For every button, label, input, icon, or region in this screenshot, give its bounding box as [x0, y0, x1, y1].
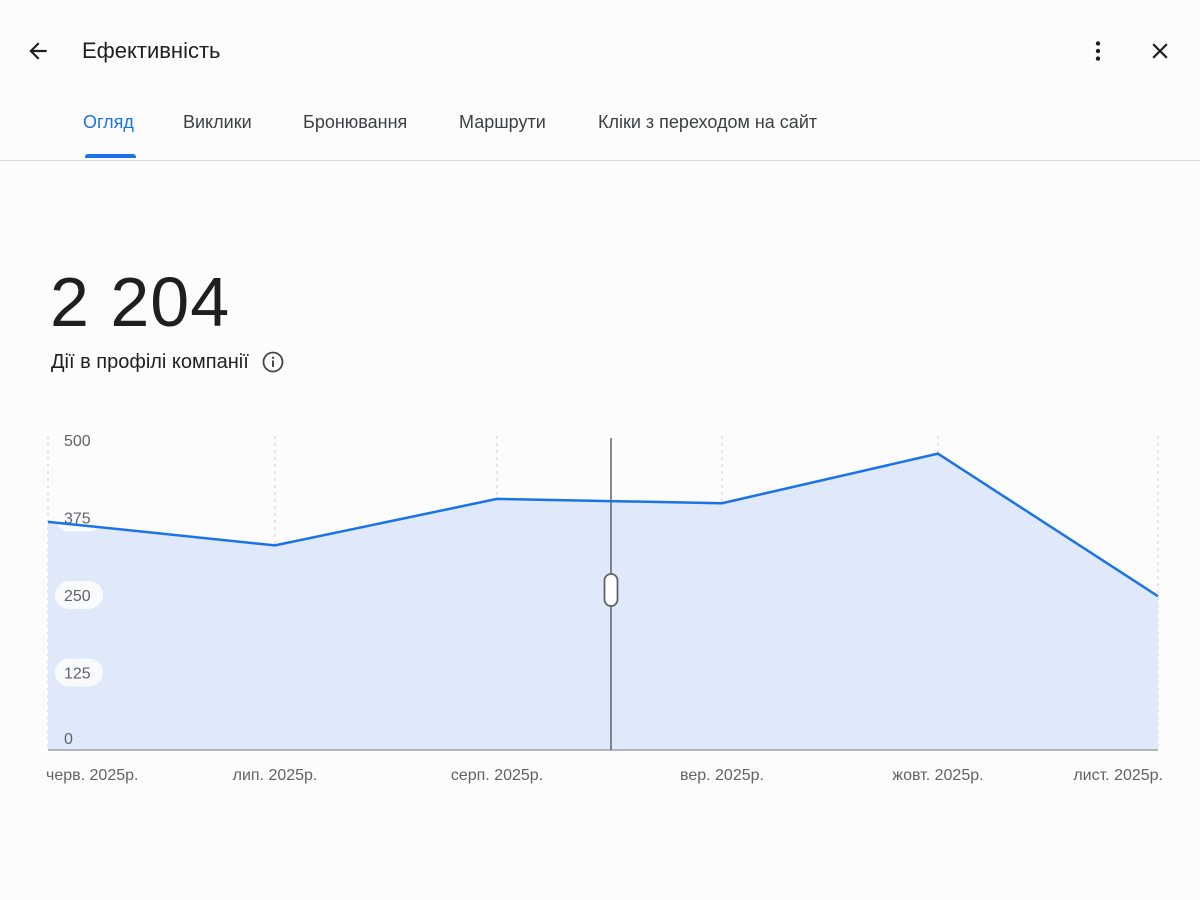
close-button[interactable]	[1140, 33, 1180, 73]
more-vert-icon	[1085, 38, 1111, 69]
tab-directions[interactable]: Маршрути	[459, 112, 546, 158]
x-tick-label: серп. 2025р.	[451, 767, 543, 784]
y-tick-label: 0	[64, 731, 73, 748]
performance-chart[interactable]: 0125250375500черв. 2025р. лип. 2025р. серп…	[0, 400, 1200, 800]
metric-value: 2 204	[50, 263, 231, 341]
tab-bookings[interactable]: Бронювання	[303, 112, 407, 158]
top-app-bar: Ефективність	[0, 0, 1200, 100]
y-tick-label: 250	[64, 588, 91, 605]
chart-area	[48, 453, 1158, 750]
tab-overview[interactable]: Огляд	[83, 112, 134, 158]
tab-website-clicks[interactable]: Кліки з переходом на сайт	[598, 112, 817, 158]
more-options-button[interactable]	[1078, 33, 1118, 73]
close-icon	[1147, 38, 1173, 69]
x-tick-label: черв. 2025р.	[46, 767, 138, 784]
active-tab-indicator	[85, 154, 136, 158]
metric-label-row: Дії в профілі компанії	[51, 350, 285, 374]
y-tick-label: 500	[64, 433, 91, 450]
tab-bar: Огляд Виклики Бронювання Маршрути Кліки …	[0, 100, 1200, 161]
arrow-back-icon	[25, 38, 51, 69]
y-tick-label: 125	[64, 666, 91, 683]
x-tick-label: вер. 2025р.	[680, 767, 764, 784]
x-tick-label: лист. 2025р.	[1073, 767, 1163, 784]
back-button[interactable]	[18, 33, 58, 73]
info-icon[interactable]	[261, 350, 285, 374]
tab-calls[interactable]: Виклики	[183, 112, 252, 158]
x-tick-label: лип. 2025р.	[233, 767, 318, 784]
chart-cursor-handle[interactable]	[603, 573, 619, 607]
x-tick-label: жовт. 2025р.	[892, 767, 983, 784]
page-title: Ефективність	[82, 38, 221, 63]
metric-label: Дії в профілі компанії	[51, 350, 249, 373]
